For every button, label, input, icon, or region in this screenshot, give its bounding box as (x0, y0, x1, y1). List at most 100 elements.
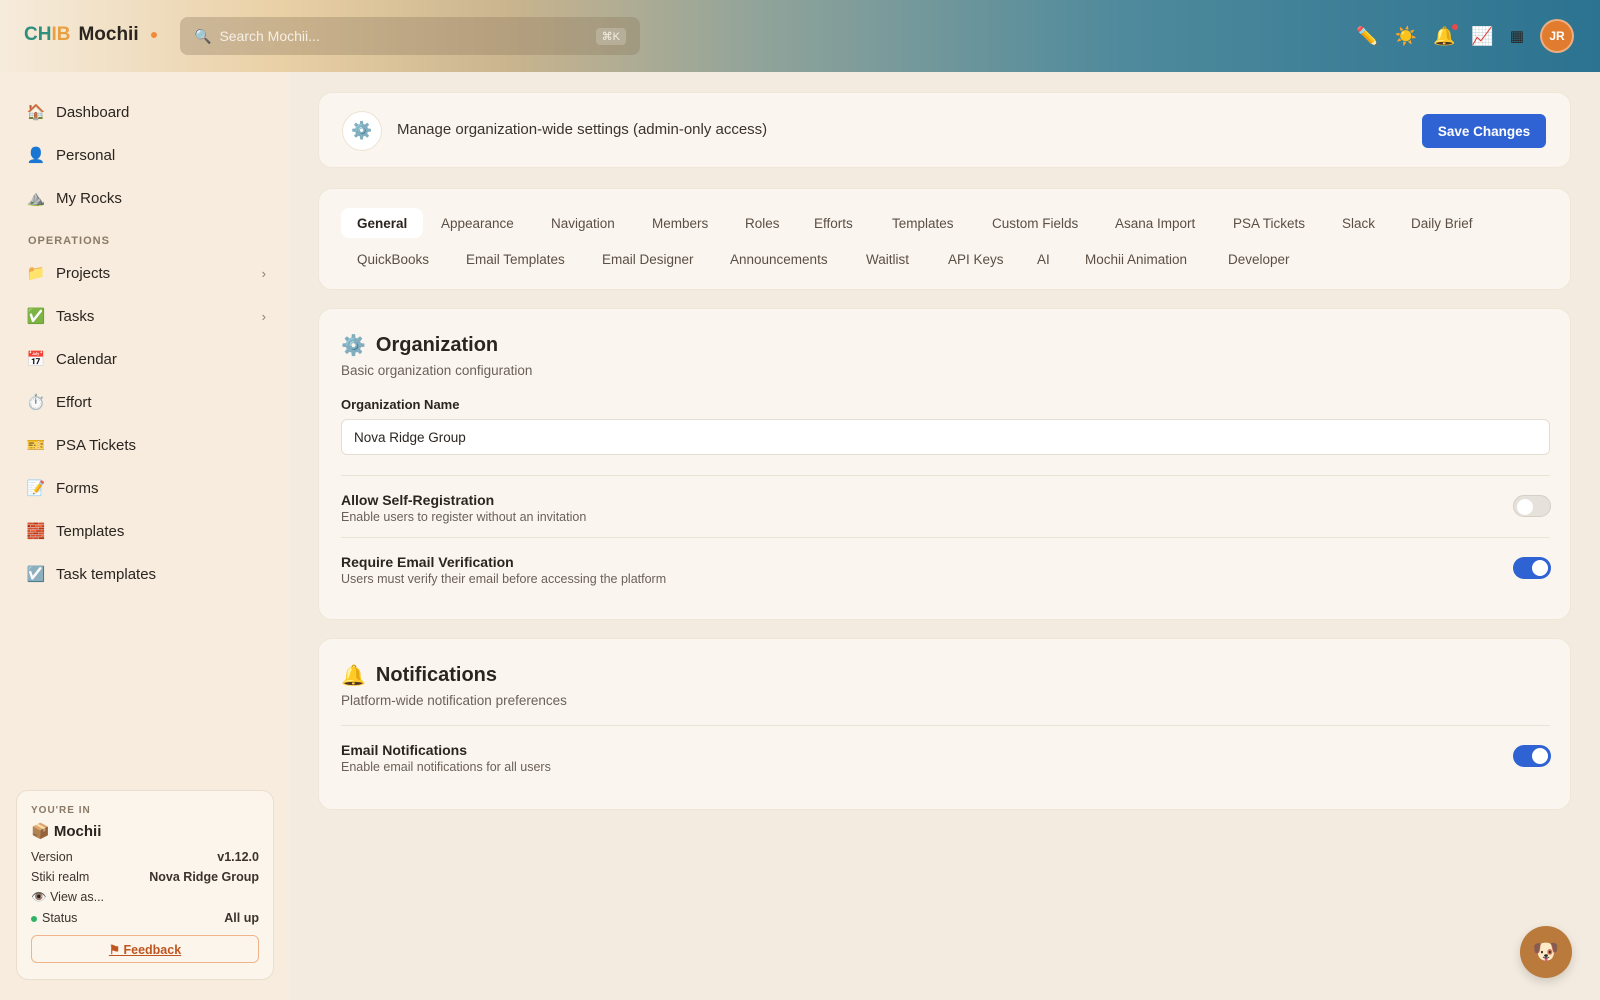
tab-efforts[interactable]: Efforts (798, 208, 869, 238)
section-title: ⚙️ Organization (341, 334, 499, 357)
tab-custom-fields[interactable]: Custom Fields (976, 208, 1094, 238)
chart-icon[interactable]: 📈 (1471, 26, 1493, 47)
tab-waitlist[interactable]: Waitlist (850, 244, 925, 274)
tab-psa-tickets[interactable]: PSA Tickets (1217, 208, 1321, 238)
dog-icon: 🐶 (1532, 939, 1560, 964)
tab-general[interactable]: General (341, 208, 424, 238)
sidebar-item-dashboard[interactable]: 🏠 Dashboard (26, 98, 266, 126)
avatar[interactable]: JR (1540, 19, 1574, 53)
sidebar-item-label: Dashboard (56, 103, 130, 121)
tab-announcements[interactable]: Announcements (714, 244, 844, 274)
sidebar-item-label: Forms (56, 479, 99, 497)
app-logo[interactable]: CHIB Mochii (24, 24, 157, 46)
top-icons: ✏️ ☀️ 🔔 📈 ▦ JR (1356, 19, 1574, 53)
sidebar-item-label: Projects (56, 264, 111, 282)
organization-name-label: Organization Name (341, 397, 460, 412)
sidebar-item-label: PSA Tickets (56, 436, 137, 454)
tab-members[interactable]: Members (636, 208, 724, 238)
email-notifications-toggle[interactable] (1513, 745, 1551, 767)
divider (341, 725, 1550, 726)
search-icon: 🔍 (194, 27, 212, 44)
self-registration-title: Allow Self-Registration (341, 492, 495, 508)
tab-navigation[interactable]: Navigation (535, 208, 631, 238)
chevron-right-icon: › (261, 308, 266, 324)
sidebar-item-label: Task templates (56, 565, 157, 583)
context-card: YOU'RE IN 📦 Mochii Version v1.12.0 Stiki … (16, 790, 274, 980)
section-subtitle: Basic organization configuration (341, 363, 533, 378)
sidebar-item-calendar[interactable]: 📅 Calendar (26, 345, 266, 373)
tab-daily-brief[interactable]: Daily Brief (1395, 208, 1489, 238)
email-verification-toggle[interactable] (1513, 557, 1551, 579)
person-icon: 👤 (26, 147, 46, 164)
house-icon: 🏠 (26, 104, 46, 121)
sidebar-item-label: Effort (56, 393, 92, 411)
memo-icon: 📝 (26, 480, 46, 497)
sidebar-item-label: My Rocks (56, 189, 122, 207)
tab-slack[interactable]: Slack (1326, 208, 1391, 238)
self-registration-toggle[interactable] (1513, 495, 1551, 517)
email-notifications-desc: Enable email notifications for all users (341, 760, 551, 774)
realm-row: Stiki realm Nova Ridge Group (31, 870, 259, 884)
save-changes-button[interactable]: Save Changes (1422, 114, 1546, 148)
email-notifications-title: Email Notifications (341, 742, 468, 758)
pencil-icon[interactable]: ✏️ (1356, 26, 1378, 47)
version-row: Version v1.12.0 (31, 850, 259, 864)
stopwatch-icon: ⏱️ (26, 394, 46, 411)
bell-icon[interactable]: 🔔 (1433, 23, 1459, 47)
sidebar-item-tasks[interactable]: ✅ Tasks › (26, 302, 266, 330)
ballot-check-icon: ☑️ (26, 566, 46, 583)
tab-appearance[interactable]: Appearance (425, 208, 530, 238)
brand-dot (150, 32, 157, 38)
tab-quickbooks[interactable]: QuickBooks (341, 244, 445, 274)
divider (341, 475, 1550, 476)
sidebar-item-task-templates[interactable]: ☑️ Task templates (26, 560, 266, 588)
tab-api-keys[interactable]: API Keys (932, 244, 1020, 274)
section-subtitle: Platform-wide notification preferences (341, 693, 567, 708)
mochii-assistant-button[interactable]: 🐶 (1520, 926, 1572, 978)
grid-icon[interactable]: ▦ (1510, 27, 1524, 45)
sidebar-item-templates[interactable]: 🧱 Templates (26, 517, 266, 545)
app-name: Mochii (78, 24, 139, 45)
status-row: Status All up (31, 911, 259, 925)
email-verification-desc: Users must verify their email before acc… (341, 572, 667, 586)
sidebar-item-my-rocks[interactable]: ⛰️ My Rocks (26, 184, 266, 212)
tab-templates[interactable]: Templates (876, 208, 970, 238)
tab-developer[interactable]: Developer (1212, 244, 1306, 274)
bell-icon: 🔔 (341, 665, 366, 687)
organization-name-field[interactable]: Nova Ridge Group (341, 419, 1550, 455)
sidebar-item-personal[interactable]: 👤 Personal (26, 141, 266, 169)
section-label-operations: OPERATIONS (28, 235, 110, 247)
notifications-section: 🔔 Notifications Platform-wide notificati… (318, 638, 1571, 810)
section-title: 🔔 Notifications (341, 664, 498, 687)
tab-roles[interactable]: Roles (729, 208, 796, 238)
sidebar-item-label: Tasks (56, 307, 95, 325)
divider (341, 537, 1550, 538)
gear-icon: ⚙️ (342, 111, 382, 151)
tab-mochii-animation[interactable]: Mochii Animation (1069, 244, 1203, 274)
header-description: Manage organization-wide settings (admin… (397, 121, 768, 138)
package-icon: 📦 (31, 823, 50, 840)
status-dot (31, 915, 37, 922)
sidebar-item-forms[interactable]: 📝 Forms (26, 474, 266, 502)
view-as-link[interactable]: 👁️ View as... (31, 890, 259, 905)
email-verification-title: Require Email Verification (341, 554, 514, 570)
search-shortcut: ⌘K (595, 27, 626, 45)
search-input[interactable]: 🔍 Search Mochii... ⌘K (180, 17, 640, 55)
context-name: 📦 Mochii (31, 823, 102, 840)
settings-header-card: ⚙️ Manage organization-wide settings (ad… (318, 92, 1571, 168)
sidebar: 🏠 Dashboard 👤 Personal ⛰️ My Rocks OPERA… (0, 72, 290, 1000)
mountain-icon: ⛰️ (26, 190, 46, 207)
tab-ai[interactable]: AI (1021, 244, 1066, 274)
bricks-icon: 🧱 (26, 523, 46, 540)
sidebar-item-label: Personal (56, 146, 116, 164)
tab-email-templates[interactable]: Email Templates (450, 244, 581, 274)
context-label: YOU'RE IN (31, 805, 91, 816)
tab-asana-import[interactable]: Asana Import (1099, 208, 1211, 238)
sidebar-item-psa-tickets[interactable]: 🎫 PSA Tickets (26, 431, 266, 459)
sidebar-item-projects[interactable]: 📁 Projects › (26, 259, 266, 287)
feedback-button[interactable]: ⚑ Feedback (31, 935, 259, 963)
sidebar-item-effort[interactable]: ⏱️ Effort (26, 388, 266, 416)
tab-email-designer[interactable]: Email Designer (586, 244, 710, 274)
checkbox-icon: ✅ (26, 308, 46, 325)
sun-icon[interactable]: ☀️ (1395, 26, 1417, 47)
